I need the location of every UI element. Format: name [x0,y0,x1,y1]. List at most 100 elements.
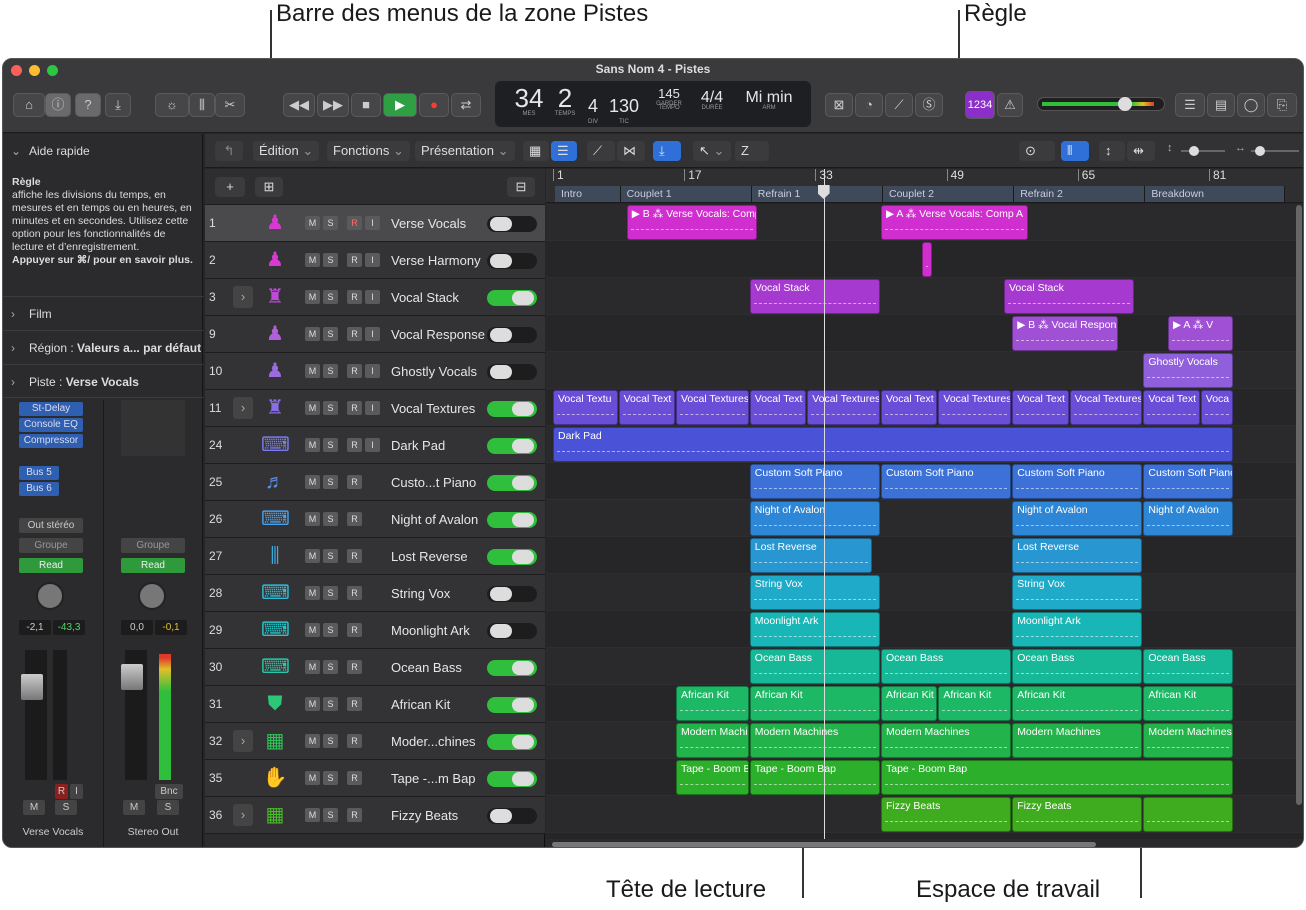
region[interactable]: Moonlight Ark [749,612,880,647]
region[interactable]: Ghostly Vocals [1143,353,1233,388]
region[interactable]: Tape - Boom Bap [881,760,1233,795]
plugin-slot[interactable]: Compressor [19,434,83,448]
region[interactable]: African Kit [749,686,880,721]
track-header[interactable]: 36 › ▦ M S R Fizzy Beats [205,797,545,834]
play-button[interactable]: ▶ [383,93,417,117]
mute-button[interactable]: M [305,586,320,600]
forward-button[interactable]: ▶▶ [317,93,349,117]
record-enable-button[interactable]: R [347,438,362,452]
solo-button[interactable]: S [323,623,338,637]
track-header[interactable]: 10 ♟ M S R I Ghostly Vocals [205,353,545,390]
track-on-off-toggle[interactable] [487,401,537,417]
input-monitor-button[interactable]: I [365,364,380,378]
flex-button[interactable]: ⟋ [587,141,615,161]
waveform-zoom-button[interactable]: ⫴ [1061,141,1089,161]
solo-button[interactable]: S [323,771,338,785]
input-monitor-button[interactable]: I [365,438,380,452]
solo-button[interactable]: S [323,438,338,452]
horizontal-fit-button[interactable]: ⇹ [1127,141,1155,161]
region[interactable]: String Vox [1012,575,1143,610]
close-window-button[interactable] [11,65,22,76]
vertical-zoom-slider[interactable]: ↕ [1167,142,1227,158]
minimize-window-button[interactable] [29,65,40,76]
track-on-off-toggle[interactable] [487,364,537,380]
region[interactable] [1143,797,1233,832]
track-on-off-toggle[interactable] [487,475,537,491]
send-slot[interactable]: Bus 5 [19,466,59,480]
solo-button-left[interactable]: S [55,800,77,815]
track-on-off-toggle[interactable] [487,549,537,565]
mute-button[interactable]: M [305,475,320,489]
track-header[interactable]: 1 ♟ M S R I Verse Vocals [205,205,545,242]
region[interactable]: Custom Soft Piano [749,464,880,499]
scroll-thumb[interactable] [552,842,1096,847]
notepad-button[interactable]: ▤ [1207,93,1235,117]
stop-button[interactable]: ■ [351,93,381,117]
record-enable-button[interactable]: R [347,771,362,785]
film-section[interactable]: › Film [3,296,203,330]
fader-left[interactable] [21,674,43,700]
region[interactable]: Modern Machin [676,723,749,758]
track-header[interactable]: 25 ♬ M S R Custo...t Piano [205,464,545,501]
vertical-fit-button[interactable]: ↕ [1099,141,1125,161]
track-header[interactable]: 32 › ▦ M S R Moder...chines [205,723,545,760]
track-on-off-toggle[interactable] [487,327,537,343]
list-view-button[interactable]: ☰ [551,141,577,161]
metronome-button[interactable]: ⚠ [997,93,1023,117]
track-lane[interactable] [546,537,1303,574]
mute-button[interactable]: M [305,438,320,452]
region[interactable]: Vocal Textures [1069,390,1143,425]
arrangement-marker[interactable]: Intro [555,186,621,202]
track-header[interactable]: 29 ⌨ M S R Moonlight Ark [205,612,545,649]
track-on-off-toggle[interactable] [487,771,537,787]
autopunch-button[interactable]: Ⓢ [915,93,943,117]
solo-button[interactable]: S [323,586,338,600]
record-enable-button[interactable]: R [347,586,362,600]
region[interactable]: Vocal Stack [1004,279,1135,314]
mute-button[interactable]: M [305,549,320,563]
mute-button[interactable]: M [305,808,320,822]
track-header[interactable]: 31 ⛊ M S R African Kit [205,686,545,723]
region[interactable]: Voca [1200,390,1233,425]
grid-view-button[interactable]: ▦ [523,141,549,161]
tuner-button[interactable]: ◔ [855,93,883,117]
track-section[interactable]: › Piste : Verse Vocals [3,364,203,398]
record-enable-button[interactable]: R [55,784,68,799]
track-lane[interactable] [546,278,1303,315]
mute-button[interactable]: M [305,364,320,378]
automation-read-right[interactable]: Read [121,558,185,573]
record-enable-button[interactable]: R [347,327,362,341]
track-header[interactable]: 3 › ♜ M S R I Vocal Stack [205,279,545,316]
region[interactable]: Vocal Textures [807,390,880,425]
track-on-off-toggle[interactable] [487,808,537,824]
automation-read-left[interactable]: Read [19,558,83,573]
track-on-off-toggle[interactable] [487,734,537,750]
quick-help-button[interactable]: ? [75,93,101,117]
solo-button[interactable]: S [323,290,338,304]
record-enable-button[interactable]: R [347,697,362,711]
region[interactable]: Modern Machines [749,723,880,758]
vertical-scrollbar[interactable] [1296,205,1302,805]
mute-button[interactable]: M [305,771,320,785]
region[interactable]: Custom Soft Piano [881,464,1012,499]
record-enable-button[interactable]: R [347,549,362,563]
global-tracks-button[interactable]: ⊟ [507,177,535,197]
track-header[interactable]: 2 ♟ M S R I Verse Harmony [205,242,545,279]
track-header[interactable]: 30 ⌨ M S R Ocean Bass [205,649,545,686]
region[interactable]: African Kit [1143,686,1233,721]
region[interactable]: Vocal Text [1012,390,1069,425]
region[interactable]: Lost Reverse [1012,538,1143,573]
toolbar-toggle-button[interactable]: ⤓ [105,93,131,117]
duplicate-track-button[interactable]: ⊞ [255,177,283,197]
region[interactable]: Custom Soft Piano [1012,464,1143,499]
track-header[interactable]: 11 › ♜ M S R I Vocal Textures [205,390,545,427]
record-enable-button[interactable]: R [347,475,362,489]
input-monitor-button[interactable]: I [365,253,380,267]
output-button[interactable]: Out stéréo [19,518,83,533]
disclosure-chevron-icon[interactable]: › [233,286,253,308]
region[interactable]: Modern Machines [1012,723,1143,758]
track-header[interactable]: 26 ⌨ M S R Night of Avalon [205,501,545,538]
loop-browser-button[interactable]: ◯ [1237,93,1265,117]
region[interactable]: Night of Avalon [749,501,880,536]
track-on-off-toggle[interactable] [487,253,537,269]
